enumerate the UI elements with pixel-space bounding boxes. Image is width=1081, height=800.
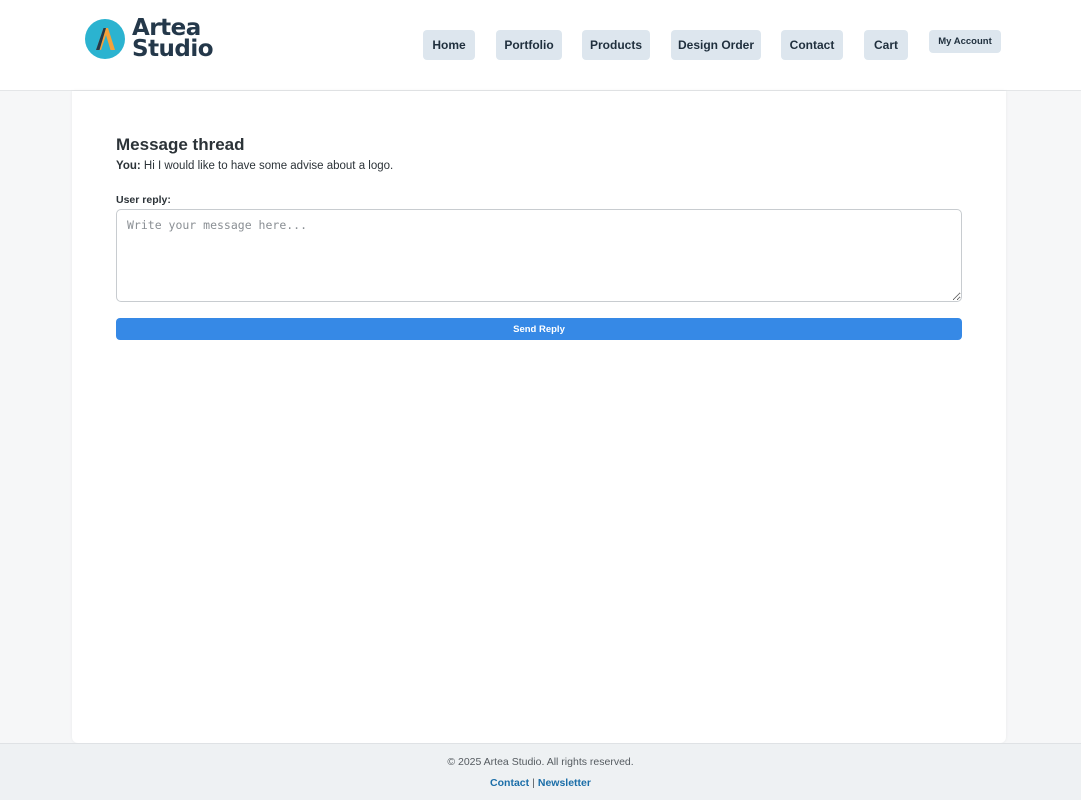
footer-separator: | (532, 777, 535, 789)
copyright-text: © 2025 Artea Studio. All rights reserved… (447, 756, 634, 768)
footer-contact-link[interactable]: Contact (490, 777, 529, 789)
footer-newsletter-link[interactable]: Newsletter (538, 777, 591, 789)
nav-home-button[interactable]: Home (423, 30, 475, 60)
nav-design-order-button[interactable]: Design Order (671, 30, 761, 60)
brand-logo[interactable]: Artea Studio (84, 17, 214, 62)
brand-name-line2: Studio (132, 36, 214, 62)
nav-cart-button[interactable]: Cart (864, 30, 908, 60)
message-author: You: (116, 160, 141, 172)
reply-textarea[interactable] (116, 209, 962, 302)
reply-label: User reply: (116, 194, 171, 206)
logo-a-icon (85, 19, 125, 59)
nav-products-button[interactable]: Products (582, 30, 650, 60)
nav-my-account-button[interactable]: My Account (929, 30, 1001, 53)
thread-message: You: Hi I would like to have some advise… (116, 160, 393, 172)
message-text: Hi I would like to have some advise abou… (143, 160, 394, 172)
nav-contact-button[interactable]: Contact (781, 30, 843, 60)
message-thread-card: Message thread You: Hi I would like to h… (72, 91, 1006, 743)
send-reply-button[interactable]: Send Reply (116, 318, 962, 340)
site-footer: © 2025 Artea Studio. All rights reserved… (0, 743, 1081, 800)
site-header: Artea Studio Home Portfolio Products Des… (0, 0, 1081, 91)
page-title: Message thread (116, 135, 245, 154)
brand-name: Artea Studio (132, 17, 214, 62)
nav-portfolio-button[interactable]: Portfolio (496, 30, 562, 60)
footer-links: Contact | Newsletter (0, 777, 1081, 789)
